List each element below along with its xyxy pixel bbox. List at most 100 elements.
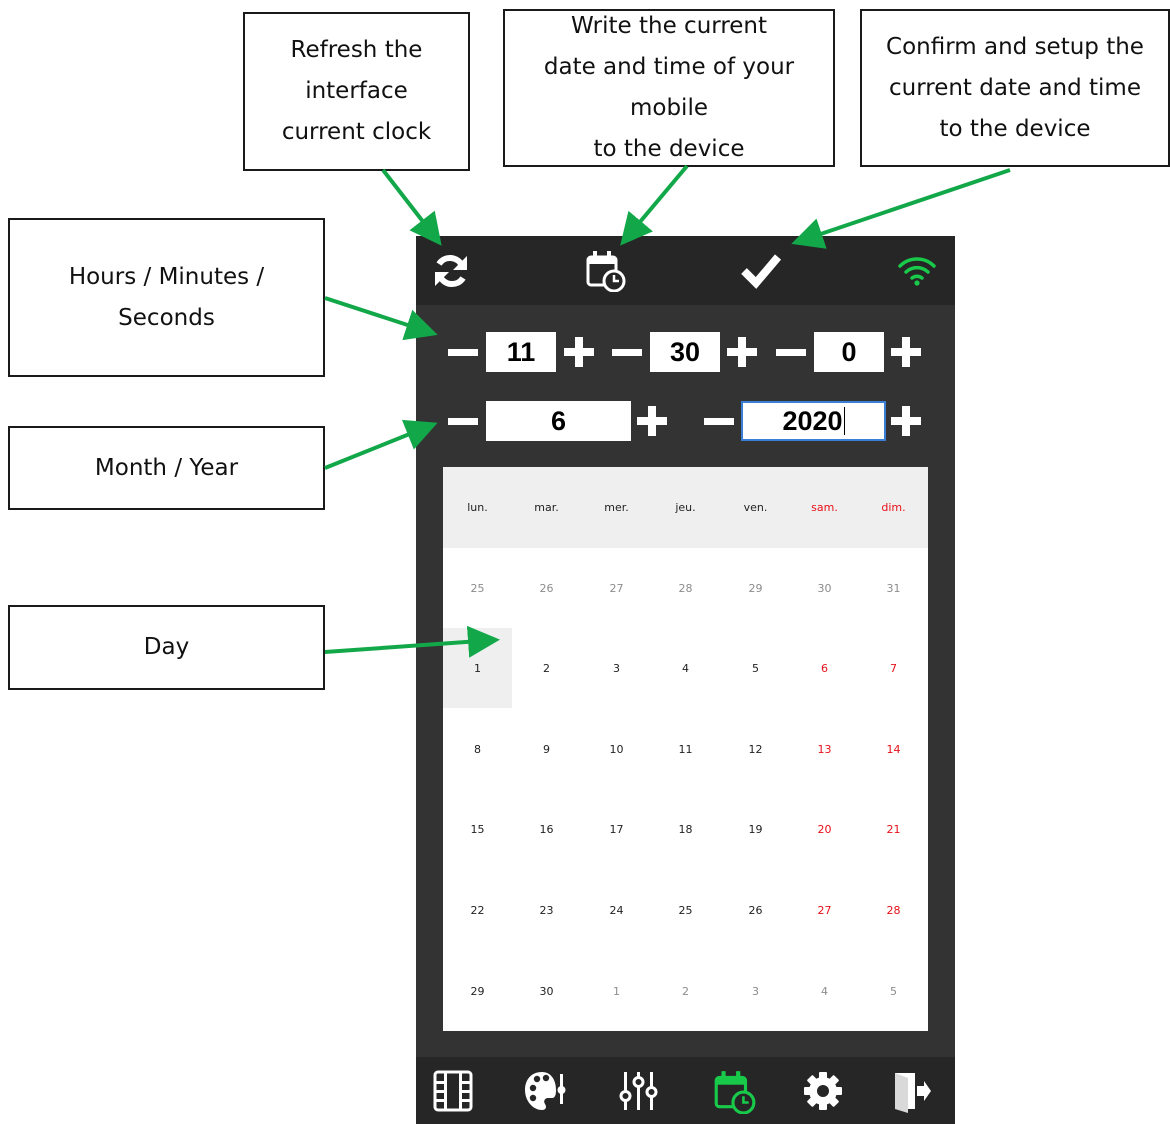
callout-confirm-line-1: Confirm and setup the bbox=[886, 33, 1144, 60]
callout-write-line-1: Write the current bbox=[570, 13, 768, 39]
callout-refresh-line-1: Refresh the bbox=[290, 37, 423, 63]
callout-confirm-line-2: current date and time bbox=[888, 74, 1141, 101]
gear-icon[interactable] bbox=[788, 1057, 858, 1124]
arrow-confirm bbox=[791, 168, 1011, 249]
calendar-day[interactable]: 8 bbox=[443, 709, 512, 789]
calendar-day[interactable]: 1 bbox=[582, 951, 651, 1031]
year-minus-button[interactable] bbox=[704, 397, 734, 445]
minutes-plus-button[interactable] bbox=[727, 328, 757, 376]
calendar-day[interactable]: 30 bbox=[512, 951, 581, 1031]
calendar-day[interactable]: 28 bbox=[651, 548, 720, 628]
callout-write-mobile-time: Write the current date and time of your … bbox=[503, 9, 835, 167]
calendar-day[interactable]: 28 bbox=[859, 870, 928, 950]
calendar-day[interactable]: 15 bbox=[443, 789, 512, 869]
calendar-day[interactable]: 5 bbox=[721, 628, 790, 708]
month-plus-button[interactable] bbox=[637, 397, 667, 445]
device-screen: 11 30 0 6 2020 lun. mar. mer. jeu. ven. … bbox=[416, 236, 955, 1124]
month-field[interactable]: 6 bbox=[486, 401, 631, 441]
calendar-day[interactable]: 7 bbox=[859, 628, 928, 708]
callout-hms-line-2: Seconds bbox=[118, 304, 215, 331]
calendar-day[interactable]: 17 bbox=[582, 789, 651, 869]
film-icon[interactable] bbox=[418, 1057, 488, 1124]
checkmark-icon[interactable] bbox=[736, 248, 786, 294]
calendar-day[interactable]: 18 bbox=[651, 789, 720, 869]
month-minus-button[interactable] bbox=[448, 397, 478, 445]
callout-hms-line-1: Hours / Minutes / bbox=[68, 263, 265, 290]
calendar-day[interactable]: 12 bbox=[721, 709, 790, 789]
wifi-icon bbox=[896, 253, 938, 289]
refresh-icon[interactable] bbox=[428, 249, 474, 293]
calendar-day[interactable]: 26 bbox=[721, 870, 790, 950]
calendar-day[interactable]: 2 bbox=[651, 951, 720, 1031]
minutes-minus-button[interactable] bbox=[612, 328, 642, 376]
calendar-day[interactable]: 16 bbox=[512, 789, 581, 869]
calendar-day-selected[interactable]: 1 bbox=[443, 628, 512, 708]
callout-write-line-3: to the device bbox=[593, 136, 745, 162]
seconds-minus-button[interactable] bbox=[776, 328, 806, 376]
calendar-day[interactable]: 3 bbox=[582, 628, 651, 708]
bottom-nav bbox=[416, 1057, 955, 1124]
calendar-day[interactable]: 10 bbox=[582, 709, 651, 789]
calendar-day[interactable]: 25 bbox=[443, 548, 512, 628]
callout-refresh-line-3: current clock bbox=[281, 119, 432, 145]
callout-month-year-line-1: Month / Year bbox=[94, 454, 239, 481]
weekday-label: lun. bbox=[467, 501, 488, 514]
calendar-day[interactable]: 23 bbox=[512, 870, 581, 950]
palette-icon[interactable] bbox=[510, 1057, 580, 1124]
calendar-day[interactable]: 6 bbox=[790, 628, 859, 708]
calendar-day[interactable]: 30 bbox=[790, 548, 859, 628]
top-toolbar bbox=[416, 236, 955, 305]
seconds-field[interactable]: 0 bbox=[814, 332, 884, 372]
hours-plus-button[interactable] bbox=[564, 328, 594, 376]
sliders-icon[interactable] bbox=[603, 1057, 673, 1124]
calendar-day[interactable]: 27 bbox=[790, 870, 859, 950]
weekday-label: mer. bbox=[604, 501, 629, 514]
calendar-day[interactable]: 2 bbox=[512, 628, 581, 708]
calendar-day[interactable]: 22 bbox=[443, 870, 512, 950]
seconds-plus-button[interactable] bbox=[891, 328, 921, 376]
year-value: 2020 bbox=[782, 405, 843, 436]
callout-day-line-1: Day bbox=[143, 634, 190, 660]
calendar-clock-icon[interactable] bbox=[699, 1057, 769, 1124]
calendar-day[interactable]: 21 bbox=[859, 789, 928, 869]
calendar-day[interactable]: 29 bbox=[721, 548, 790, 628]
calendar-day[interactable]: 14 bbox=[859, 709, 928, 789]
hours-minus-button[interactable] bbox=[448, 328, 478, 376]
calendar-day[interactable]: 11 bbox=[651, 709, 720, 789]
weekday-label: ven. bbox=[743, 501, 768, 514]
calendar-day[interactable]: 26 bbox=[512, 548, 581, 628]
calendar-weekday-header: lun. mar. mer. jeu. ven. sam. dim. bbox=[443, 467, 928, 548]
calendar-day[interactable]: 24 bbox=[582, 870, 651, 950]
hours-field[interactable]: 11 bbox=[486, 332, 556, 372]
calendar-day[interactable]: 20 bbox=[790, 789, 859, 869]
arrow-refresh bbox=[381, 168, 442, 246]
year-field[interactable]: 2020 bbox=[741, 401, 886, 441]
calendar-day[interactable]: 4 bbox=[790, 951, 859, 1031]
calendar-day[interactable]: 27 bbox=[582, 548, 651, 628]
callout-refresh: Refresh the interface current clock bbox=[243, 12, 470, 171]
exit-icon[interactable] bbox=[877, 1057, 947, 1124]
minutes-field[interactable]: 30 bbox=[650, 332, 720, 372]
year-plus-button[interactable] bbox=[891, 397, 921, 445]
calendar-day[interactable]: 13 bbox=[790, 709, 859, 789]
calendar-day[interactable]: 29 bbox=[443, 951, 512, 1031]
weekday-label: mar. bbox=[534, 501, 559, 514]
callout-confirm: Confirm and setup the current date and t… bbox=[860, 9, 1170, 167]
time-row: 11 30 0 bbox=[416, 328, 955, 376]
calendar-day[interactable]: 31 bbox=[859, 548, 928, 628]
calendar-day[interactable]: 4 bbox=[651, 628, 720, 708]
weekday-label: dim. bbox=[881, 501, 906, 514]
text-caret bbox=[843, 407, 845, 435]
callout-hms: Hours / Minutes / Seconds bbox=[8, 218, 325, 377]
arrow-write-mobile-time bbox=[620, 164, 689, 246]
calendar-day[interactable]: 19 bbox=[721, 789, 790, 869]
calendar-day[interactable]: 3 bbox=[721, 951, 790, 1031]
calendar-grid: lun. mar. mer. jeu. ven. sam. dim. 25 26… bbox=[443, 467, 928, 1031]
calendar-day[interactable]: 25 bbox=[651, 870, 720, 950]
weekday-label: sam. bbox=[811, 501, 838, 514]
callout-confirm-line-3: to the device bbox=[939, 115, 1091, 142]
month-year-row: 6 2020 bbox=[416, 397, 955, 445]
calendar-day[interactable]: 9 bbox=[512, 709, 581, 789]
calendar-day[interactable]: 5 bbox=[859, 951, 928, 1031]
calendar-clock-icon[interactable] bbox=[582, 247, 628, 293]
